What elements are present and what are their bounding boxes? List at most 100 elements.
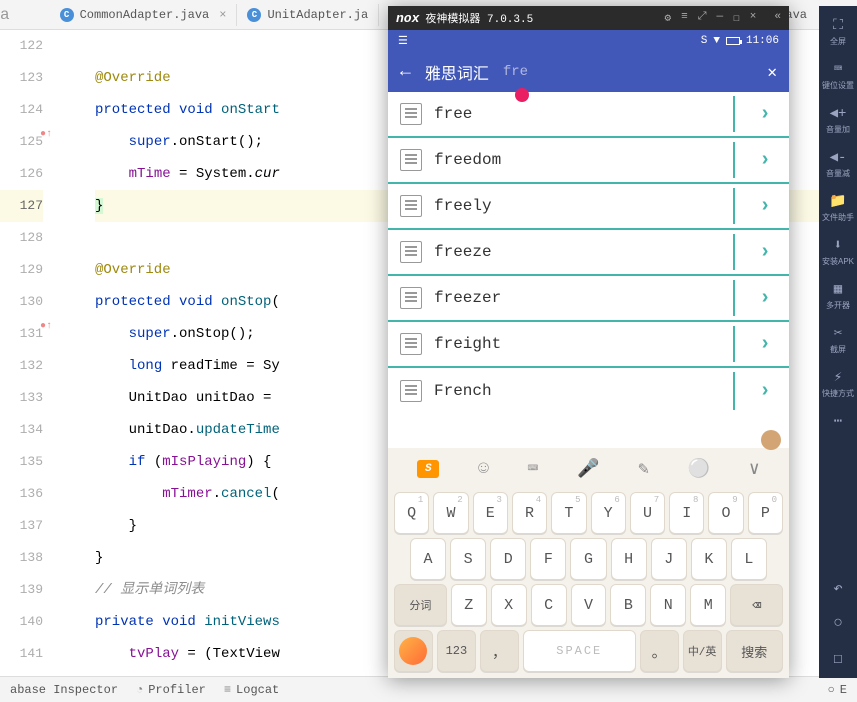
keyboard-icon: ⌨ bbox=[834, 61, 842, 78]
chevron-right-icon[interactable]: › bbox=[753, 241, 777, 264]
lang-switch-key[interactable]: 中/英 bbox=[683, 630, 722, 672]
search-key[interactable]: 搜索 bbox=[726, 630, 783, 672]
key-a[interactable]: A bbox=[410, 538, 446, 580]
key-u[interactable]: 7U bbox=[630, 492, 665, 534]
profiler-tab[interactable]: ◔Profiler bbox=[136, 683, 206, 697]
list-item-label: freight bbox=[434, 335, 741, 353]
android-recents-button[interactable]: ☐ bbox=[833, 648, 843, 668]
key-n[interactable]: N bbox=[650, 584, 686, 626]
file-helper-button[interactable]: 📁文件助手 bbox=[819, 187, 857, 229]
key-w[interactable]: 2W bbox=[433, 492, 468, 534]
compress-icon[interactable]: ⤢ bbox=[698, 11, 707, 25]
key-f[interactable]: F bbox=[530, 538, 566, 580]
list-item[interactable]: free › bbox=[388, 92, 789, 138]
volume-down-button[interactable]: ◀-音量减 bbox=[819, 143, 857, 185]
close-icon[interactable]: × bbox=[219, 8, 226, 22]
list-item[interactable]: freedom › bbox=[388, 138, 789, 184]
ime-icon: S bbox=[701, 35, 708, 47]
period-key[interactable]: 。 bbox=[640, 630, 679, 672]
back-icon[interactable]: ← bbox=[400, 62, 411, 82]
chevron-right-icon[interactable]: › bbox=[753, 380, 777, 403]
key-y[interactable]: 6Y bbox=[591, 492, 626, 534]
list-item[interactable]: French › bbox=[388, 368, 789, 414]
chevron-right-icon[interactable]: › bbox=[753, 287, 777, 310]
override-marker-icon[interactable]: ●↑ bbox=[40, 321, 52, 332]
search-results-list[interactable]: free › freedom › freely › freeze › freez… bbox=[388, 92, 789, 448]
chevron-right-icon[interactable]: › bbox=[753, 195, 777, 218]
key-t[interactable]: 5T bbox=[551, 492, 586, 534]
key-z[interactable]: Z bbox=[451, 584, 487, 626]
list-item[interactable]: freezer › bbox=[388, 276, 789, 322]
numeric-key[interactable]: 123 bbox=[437, 630, 476, 672]
key-d[interactable]: D bbox=[490, 538, 526, 580]
more-icon: ⋯ bbox=[834, 413, 842, 430]
list-item[interactable]: freeze › bbox=[388, 230, 789, 276]
chevron-down-icon[interactable]: ∨ bbox=[749, 458, 760, 480]
search-input[interactable]: fre bbox=[503, 64, 754, 80]
key-j[interactable]: J bbox=[651, 538, 687, 580]
override-marker-icon[interactable]: ●↑ bbox=[40, 129, 52, 140]
shortcut-button[interactable]: ⚡快捷方式 bbox=[819, 363, 857, 405]
key-x[interactable]: X bbox=[491, 584, 527, 626]
mic-icon[interactable]: 🎤 bbox=[577, 458, 599, 480]
key-b[interactable]: B bbox=[610, 584, 646, 626]
event-log-icon[interactable]: ○ bbox=[828, 683, 835, 697]
menu-icon[interactable]: ≡ bbox=[681, 11, 688, 25]
android-back-button[interactable]: ↶ bbox=[833, 578, 843, 598]
fullscreen-button[interactable]: ⛶全屏 bbox=[819, 12, 857, 53]
list-item-label: freezer bbox=[434, 289, 741, 307]
logcat-tab[interactable]: ≡Logcat bbox=[224, 683, 279, 697]
key-v[interactable]: V bbox=[571, 584, 607, 626]
more-button[interactable]: ⋯ bbox=[819, 407, 857, 436]
emoji-icon[interactable]: ☺ bbox=[478, 459, 489, 479]
backspace-key[interactable]: ⌫ bbox=[730, 584, 783, 626]
list-item[interactable]: freely › bbox=[388, 184, 789, 230]
handwrite-icon[interactable]: ✎ bbox=[638, 458, 649, 480]
tab-common-adapter[interactable]: C CommonAdapter.java × bbox=[50, 4, 238, 26]
document-icon bbox=[400, 149, 422, 171]
gear-icon[interactable]: ⚙ bbox=[665, 11, 672, 25]
screenshot-button[interactable]: ✂截屏 bbox=[819, 319, 857, 361]
key-g[interactable]: G bbox=[570, 538, 606, 580]
key-e[interactable]: 3E bbox=[473, 492, 508, 534]
status-time: 11:06 bbox=[746, 35, 779, 47]
emoji-key[interactable] bbox=[394, 630, 433, 672]
key-p[interactable]: 0P bbox=[748, 492, 783, 534]
emulator-titlebar[interactable]: nox 夜神模拟器 7.0.3.5 ⚙ ≡ ⤢ — ☐ × « bbox=[388, 6, 789, 30]
close-icon[interactable]: × bbox=[750, 11, 757, 25]
sogou-logo-icon[interactable]: S bbox=[417, 460, 439, 478]
key-i[interactable]: 8I bbox=[669, 492, 704, 534]
chevron-right-icon[interactable]: › bbox=[753, 149, 777, 172]
key-l[interactable]: L bbox=[731, 538, 767, 580]
search-icon[interactable]: ⚪ bbox=[688, 458, 710, 480]
android-home-button[interactable]: ○ bbox=[833, 614, 843, 632]
database-inspector-tab[interactable]: abase Inspector bbox=[10, 683, 118, 697]
volume-up-button[interactable]: ◀+音量加 bbox=[819, 99, 857, 141]
tab-unit-adapter[interactable]: C UnitAdapter.ja bbox=[237, 4, 379, 26]
key-c[interactable]: C bbox=[531, 584, 567, 626]
key-m[interactable]: M bbox=[690, 584, 726, 626]
avatar-icon[interactable] bbox=[761, 430, 781, 450]
maximize-icon[interactable]: ☐ bbox=[733, 11, 740, 25]
key-r[interactable]: 4R bbox=[512, 492, 547, 534]
fullscreen-icon: ⛶ bbox=[833, 18, 843, 34]
key-s[interactable]: S bbox=[450, 538, 486, 580]
collapse-icon[interactable]: « bbox=[774, 11, 781, 25]
chevron-right-icon[interactable]: › bbox=[753, 103, 777, 126]
comma-key[interactable]: ， bbox=[480, 630, 519, 672]
chevron-right-icon[interactable]: › bbox=[753, 333, 777, 356]
install-apk-button[interactable]: ⬇安装APK bbox=[819, 231, 857, 273]
key-q[interactable]: 1Q bbox=[394, 492, 429, 534]
space-key[interactable]: SPACE bbox=[523, 630, 636, 672]
keymap-button[interactable]: ⌨键位设置 bbox=[819, 55, 857, 97]
multi-instance-button[interactable]: ▦多开器 bbox=[819, 275, 857, 317]
keyboard-icon[interactable]: ⌨ bbox=[528, 458, 539, 480]
list-item[interactable]: freight › bbox=[388, 322, 789, 368]
shift-key[interactable]: 分词 bbox=[394, 584, 447, 626]
minimize-icon[interactable]: — bbox=[717, 11, 724, 25]
key-h[interactable]: H bbox=[611, 538, 647, 580]
key-k[interactable]: K bbox=[691, 538, 727, 580]
menu-icon: ☰ bbox=[398, 34, 408, 48]
close-icon[interactable]: ✕ bbox=[767, 62, 777, 82]
key-o[interactable]: 9O bbox=[708, 492, 743, 534]
